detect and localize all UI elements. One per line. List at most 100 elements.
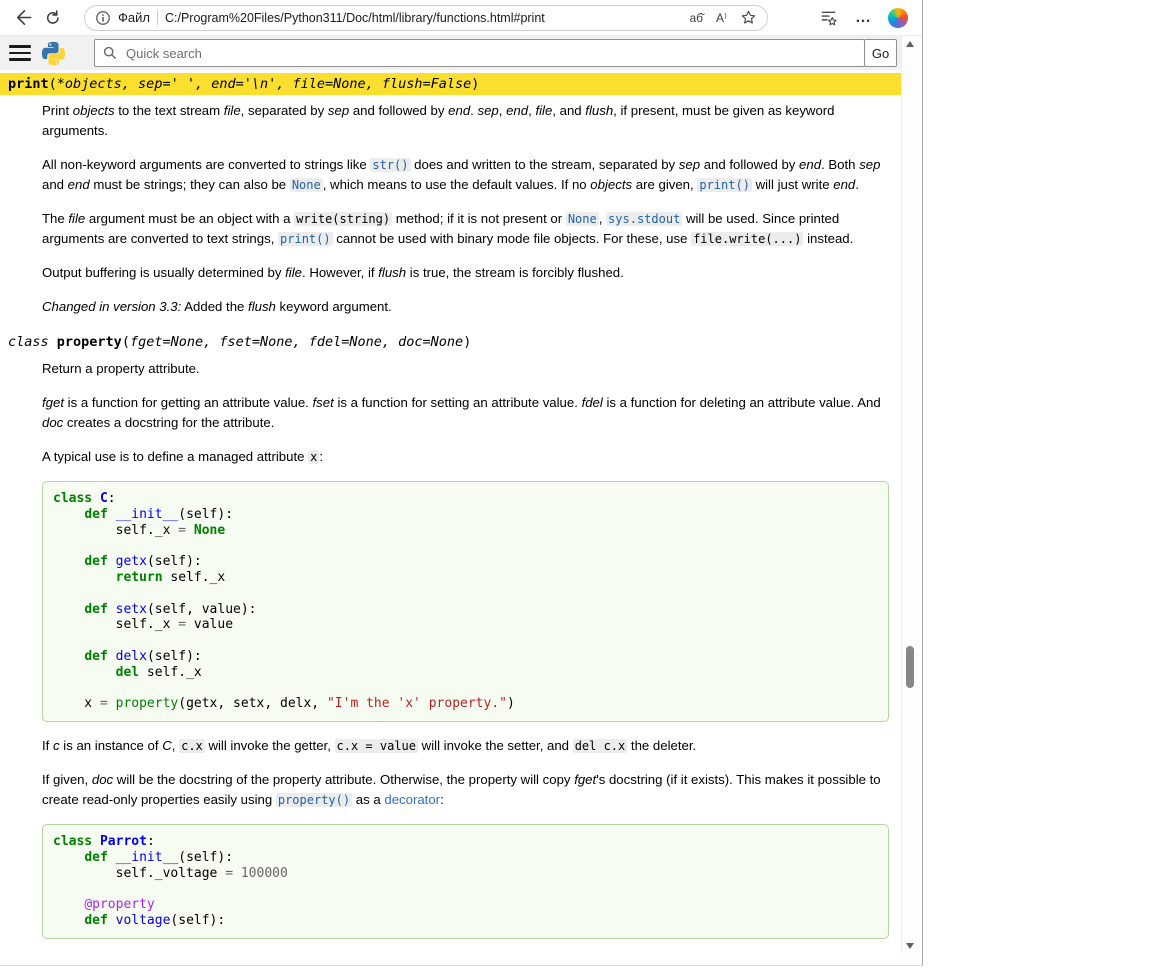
scroll-thumb[interactable]	[906, 646, 914, 688]
code-link[interactable]: None	[290, 178, 323, 192]
text-segment: doc	[42, 415, 63, 430]
text-segment: flush	[248, 299, 276, 314]
text-segment: Changed in version 3.3:	[42, 299, 181, 314]
paragraph: The file argument must be an object with…	[42, 209, 889, 249]
text-segment: file	[285, 265, 302, 280]
text-segment: creates a docstring for the attribute.	[63, 415, 274, 430]
text-segment: =	[225, 866, 233, 881]
page-toolbar: Go	[0, 36, 901, 70]
text-segment	[108, 649, 116, 664]
text-segment: c.x	[179, 739, 205, 753]
text-segment: .	[855, 177, 859, 192]
code-link[interactable]: str()	[370, 158, 410, 172]
code-link[interactable]: sys.stdout	[606, 212, 682, 226]
text-segment: __init__	[116, 507, 179, 522]
refresh-button[interactable]	[38, 4, 68, 32]
favorite-star-icon[interactable]	[740, 9, 757, 26]
text-segment: will invoke the getter,	[205, 738, 335, 753]
scrollbar[interactable]	[901, 36, 918, 953]
text-segment: @property	[84, 897, 154, 912]
text-segment: end	[448, 103, 470, 118]
text-segment: voltage	[116, 913, 171, 928]
text-segment: ,	[499, 103, 506, 118]
text-segment: (	[122, 334, 130, 350]
read-aloud-icon[interactable]: A⁾	[716, 11, 727, 25]
search-box[interactable]	[94, 39, 865, 67]
text-segment	[53, 897, 84, 912]
scroll-track[interactable]	[902, 51, 918, 938]
scroll-down-button[interactable]	[902, 938, 918, 953]
text-segment: =	[178, 617, 186, 632]
text-segment: end	[68, 177, 90, 192]
text-segment: class	[8, 334, 57, 350]
text-segment: 100000	[241, 866, 288, 881]
text-segment: c.x = value	[335, 739, 418, 753]
scroll-up-arrow-icon	[906, 41, 914, 47]
go-button[interactable]: Go	[864, 39, 897, 67]
text-segment: def	[84, 850, 107, 865]
copilot-icon[interactable]	[888, 8, 908, 28]
text-segment: end	[833, 177, 855, 192]
python-logo[interactable]	[40, 40, 67, 67]
text-segment: write(string)	[294, 212, 392, 226]
paragraph: If c is an instance of C, c.x will invok…	[42, 736, 889, 756]
text-segment: Output buffering is usually determined b…	[42, 265, 285, 280]
text-segment: Added the	[181, 299, 248, 314]
translate-icon[interactable]: аб̆	[690, 11, 704, 25]
text-segment: Parrot	[100, 834, 147, 849]
text-segment: fget	[42, 395, 64, 410]
text-segment: setx	[116, 602, 147, 617]
code-link[interactable]: property()	[276, 793, 352, 807]
address-bar[interactable]: Файл C:/Program%20Files/Python311/Doc/ht…	[84, 5, 768, 31]
text-segment: class	[53, 834, 92, 849]
text-segment: c	[53, 738, 60, 753]
text-segment: as a	[352, 792, 384, 807]
code-example-parrot: class Parrot: def __init__(self): self._…	[42, 824, 889, 939]
text-segment: property	[57, 334, 122, 350]
changed-in-version-note: Changed in version 3.3: Added the flush …	[42, 297, 889, 317]
scroll-up-button[interactable]	[902, 36, 918, 51]
paragraph: All non-keyword arguments are converted …	[42, 155, 889, 195]
text-segment: C	[100, 491, 108, 506]
text-segment: __init__	[116, 850, 179, 865]
text-segment: Print	[42, 103, 73, 118]
page-info-icon[interactable]	[95, 10, 111, 26]
search-input[interactable]	[124, 45, 856, 62]
text-segment: cannot be used with binary mode file obj…	[333, 231, 691, 246]
url-text[interactable]: C:/Program%20Files/Python311/Doc/html/li…	[165, 11, 683, 25]
paragraph: Return a property attribute.	[42, 359, 889, 379]
text-segment: ,	[599, 211, 606, 226]
hamburger-bar	[9, 45, 31, 48]
text-segment: return	[116, 570, 163, 585]
text-link[interactable]: decorator	[384, 792, 440, 807]
text-segment: and	[42, 177, 68, 192]
text-segment	[108, 554, 116, 569]
text-segment: . Both	[821, 157, 859, 172]
code-link[interactable]: None	[566, 212, 599, 226]
browser-chrome: Файл C:/Program%20Files/Python311/Doc/ht…	[0, 0, 922, 36]
text-segment: Return a property attribute.	[42, 361, 200, 376]
address-bar-icons: аб̆ A⁾	[690, 9, 758, 26]
url-scheme-label: Файл	[118, 10, 150, 25]
favorites-icon[interactable]	[819, 8, 838, 27]
text-segment: x	[308, 450, 319, 464]
text-segment: to the text stream	[115, 103, 224, 118]
code-link[interactable]: print()	[278, 232, 333, 246]
text-segment: method; if it is not present or	[392, 211, 566, 226]
code-link[interactable]: print()	[697, 178, 752, 192]
text-segment: is an instance of	[60, 738, 163, 753]
text-segment: )	[463, 334, 471, 350]
text-segment: fdel	[582, 395, 603, 410]
text-segment: del c.x	[573, 739, 628, 753]
text-segment: :	[440, 792, 444, 807]
paragraph: Output buffering is usually determined b…	[42, 263, 889, 283]
code-example-managed-attribute: class C: def __init__(self): self._x = N…	[42, 481, 889, 722]
text-segment: keyword argument.	[276, 299, 392, 314]
text-segment: instead.	[803, 231, 853, 246]
text-segment: (getx, setx, delx,	[178, 696, 327, 711]
menu-hamburger-button[interactable]	[7, 43, 33, 63]
more-menu-icon[interactable]: …	[855, 13, 871, 23]
search-icon	[103, 46, 117, 60]
back-button[interactable]	[8, 4, 38, 32]
text-segment: sep	[679, 157, 700, 172]
